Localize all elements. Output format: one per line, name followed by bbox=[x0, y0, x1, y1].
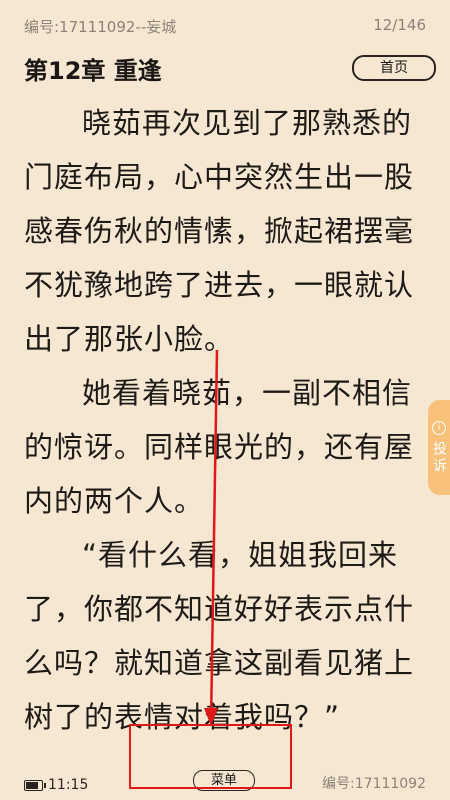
annotation-highlight-box bbox=[129, 724, 292, 789]
arrow-line bbox=[209, 349, 219, 723]
annotation-arrow bbox=[204, 349, 219, 726]
